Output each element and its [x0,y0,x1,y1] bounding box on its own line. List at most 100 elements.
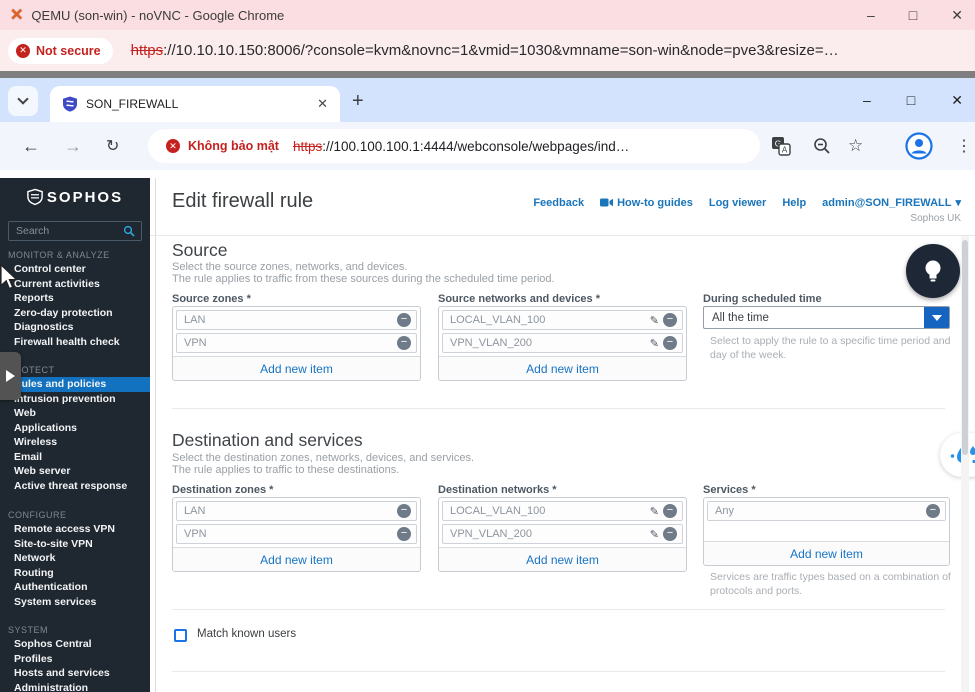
item-label: LAN [184,505,397,517]
dropdown-arrow-icon[interactable] [924,307,949,328]
sidebar-item-active-threat-response[interactable]: Active threat response [0,479,150,494]
forward-icon[interactable]: → [64,122,82,170]
sidebar-item-diagnostics[interactable]: Diagnostics [0,320,150,335]
destination-networks-label: Destination networks * [438,484,557,496]
remove-icon[interactable]: − [397,504,411,518]
add-new-item-button[interactable]: Add new item [173,356,420,380]
source-zone-item[interactable]: LAN − [176,310,417,330]
not-secure-label: Not secure [36,44,101,58]
nav-section-title: SYSTEM [0,624,150,637]
tab-son-firewall[interactable]: SON_FIREWALL ✕ [50,86,340,122]
sidebar-item-web-server[interactable]: Web server [0,464,150,479]
remove-icon[interactable]: − [926,504,940,518]
sidebar-item-intrusion-prevention[interactable]: Intrusion prevention [0,392,150,407]
tips-fab-button[interactable] [906,244,960,298]
match-known-users-checkbox[interactable] [174,629,187,642]
service-item[interactable]: Any − [707,501,946,521]
not-secure-icon: ✕ [166,139,180,153]
outer-close-button[interactable]: ✕ [951,7,963,24]
edit-pencil-icon[interactable]: ✎ [650,505,659,518]
back-icon[interactable]: ← [22,122,40,170]
outer-minimize-button[interactable]: – [867,7,875,23]
source-zone-item[interactable]: VPN − [176,333,417,353]
remove-icon[interactable]: − [397,527,411,541]
edit-pencil-icon[interactable]: ✎ [650,337,659,350]
log-viewer-link[interactable]: Log viewer [709,197,766,209]
destination-heading: Destination and services [172,430,363,451]
remove-icon[interactable]: − [397,336,411,350]
sidebar-item-zero-day-protection[interactable]: Zero-day protection [0,306,150,321]
remove-icon[interactable]: − [663,527,677,541]
sidebar-item-applications[interactable]: Applications [0,421,150,436]
url-scheme: https [131,42,164,59]
remove-icon[interactable]: − [397,313,411,327]
vnc-frame-separator [0,71,975,78]
sidebar-item-authentication[interactable]: Authentication [0,580,150,595]
sidebar-item-hosts-and-services[interactable]: Hosts and services [0,666,150,681]
schedule-dropdown[interactable]: All the time [703,306,950,329]
source-network-item[interactable]: VPN_VLAN_200 ✎− [442,333,683,353]
destination-zone-item[interactable]: LAN − [176,501,417,521]
inner-maximize-button[interactable]: □ [907,92,915,108]
inner-address-bar[interactable]: ✕ Không bảo mật https://100.100.100.1:44… [148,129,760,163]
sidebar-item-system-services[interactable]: System services [0,595,150,610]
sidebar-item-wireless[interactable]: Wireless [0,435,150,450]
edit-pencil-icon[interactable]: ✎ [650,314,659,327]
destination-network-item[interactable]: LOCAL_VLAN_100 ✎− [442,501,683,521]
destination-zones-label: Destination zones * [172,484,273,496]
bookmark-star-icon[interactable]: ☆ [848,122,863,170]
scrollbar-thumb[interactable] [962,240,968,455]
reload-icon[interactable]: ↻ [106,122,119,170]
add-new-item-button[interactable]: Add new item [439,547,686,571]
sidebar-search-input[interactable]: Search [8,221,142,241]
zoom-out-icon[interactable] [812,122,832,170]
menu-dots-icon[interactable]: ⋮ [956,122,972,170]
inner-close-button[interactable]: ✕ [951,92,963,109]
feedback-link[interactable]: Feedback [533,197,584,209]
translate-icon[interactable]: GA [770,122,792,170]
sidebar-item-current-activities[interactable]: Current activities [0,277,150,292]
account-menu[interactable]: admin@SON_FIREWALL▾ [822,196,961,209]
services-helper: Services are traffic types based on a co… [710,570,956,598]
sidebar-item-site-to-site-vpn[interactable]: Site-to-site VPN [0,537,150,552]
sidebar-item-rules-and-policies[interactable]: Rules and policies [0,377,150,392]
remove-icon[interactable]: − [663,336,677,350]
add-new-item-button[interactable]: Add new item [439,356,686,380]
tab-search-button[interactable] [8,86,38,116]
howto-guides-link[interactable]: How-to guides [600,197,693,209]
sidebar-item-email[interactable]: Email [0,450,150,465]
source-networks-label: Source networks and devices * [438,293,600,305]
remove-icon[interactable]: − [663,313,677,327]
sophos-logo: SOPHOS [0,188,150,206]
edit-pencil-icon[interactable]: ✎ [650,528,659,541]
sidebar-item-sophos-central[interactable]: Sophos Central [0,637,150,652]
sidebar-item-web[interactable]: Web [0,406,150,421]
sophos-shield-icon [27,188,43,206]
outer-not-secure-chip[interactable]: ✕ Not secure [8,38,113,64]
destination-network-item[interactable]: VPN_VLAN_200 ✎− [442,524,683,544]
inner-tab-strip: SON_FIREWALL ✕ + – □ ✕ [0,78,975,122]
sidebar-item-remote-access-vpn[interactable]: Remote access VPN [0,522,150,537]
sidebar-item-administration[interactable]: Administration [0,681,150,692]
profile-icon[interactable] [904,122,934,170]
inner-minimize-button[interactable]: – [863,92,871,108]
source-network-item[interactable]: LOCAL_VLAN_100 ✎− [442,310,683,330]
new-tab-button[interactable]: + [352,86,364,116]
sidebar-item-reports[interactable]: Reports [0,291,150,306]
add-new-item-button[interactable]: Add new item [173,547,420,571]
outer-maximize-button[interactable]: □ [909,7,917,23]
sidebar-item-profiles[interactable]: Profiles [0,652,150,667]
inner-toolbar: ← → ↻ ✕ Không bảo mật https://100.100.10… [0,122,975,170]
help-link[interactable]: Help [782,197,806,209]
destination-zone-item[interactable]: VPN − [176,524,417,544]
add-new-item-button[interactable]: Add new item [704,541,949,565]
remove-icon[interactable]: − [663,504,677,518]
tab-close-icon[interactable]: ✕ [317,96,328,112]
sidebar-item-firewall-health-check[interactable]: Firewall health check [0,335,150,350]
outer-url-text[interactable]: https://10.10.10.150:8006/?console=kvm&n… [131,42,839,59]
novnc-control-handle[interactable] [0,352,21,400]
sidebar-item-control-center[interactable]: Control center [0,262,150,277]
sidebar-item-network[interactable]: Network [0,551,150,566]
item-label: LAN [184,314,397,326]
sidebar-item-routing[interactable]: Routing [0,566,150,581]
